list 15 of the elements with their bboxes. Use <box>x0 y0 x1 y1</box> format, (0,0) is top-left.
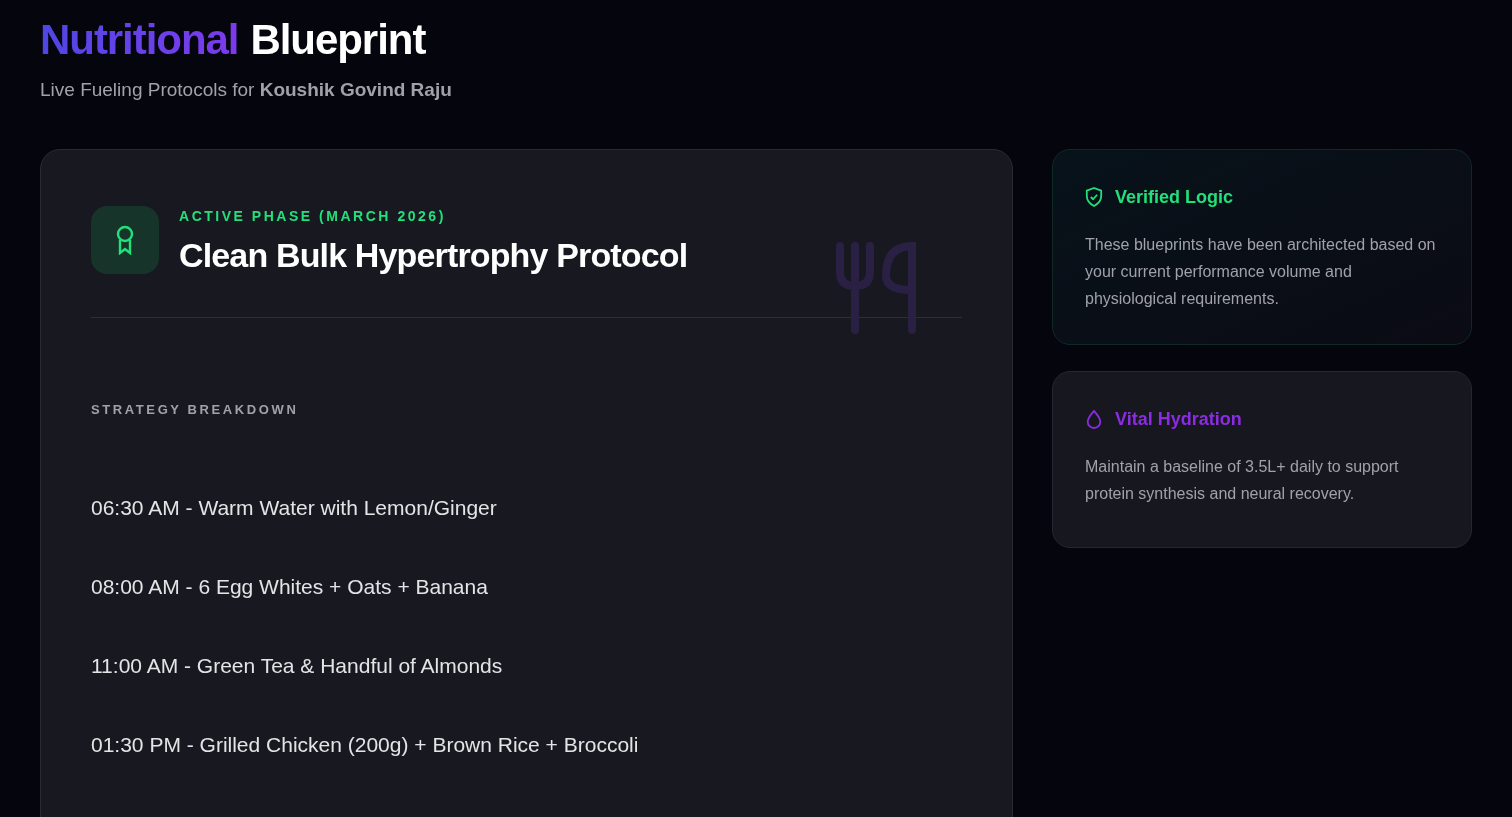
card-title: Vital Hydration <box>1115 407 1242 431</box>
card-description: Maintain a baseline of 3.5L+ daily to support protein synthesis and neural recovery. <box>1085 456 1400 504</box>
phase-label: ACTIVE PHASE (MARCH 2026) <box>179 206 447 226</box>
meal-entry: 08:00 AM - 6 Egg Whites + Oats + Banana <box>91 574 489 600</box>
card-description: These blueprints have been architected based on your current performance volume and physiological requirements. <box>1085 234 1437 309</box>
page-title: Blueprint <box>250 15 426 65</box>
card-title: Verified Logic <box>1115 185 1234 209</box>
page-subtitle: Live Fueling Protocols for Koushik Govind Raju <box>40 78 453 102</box>
meal-entry: 06:30 AM - Warm Water with Lemon/Ginger <box>91 495 498 521</box>
meal-entry: 11:00 AM - Green Tea & Handful of Almonds <box>91 653 504 679</box>
section-label: STRATEGY BREAKDOWN <box>91 400 300 419</box>
award-icon <box>91 205 159 274</box>
protocol-title: Clean Bulk Hypertrophy Protocol <box>179 234 688 276</box>
utensils-icon <box>836 241 918 334</box>
meal-entry: 01:30 PM - Grilled Chicken (200g) + Brown Rice + Broccoli <box>91 732 640 758</box>
